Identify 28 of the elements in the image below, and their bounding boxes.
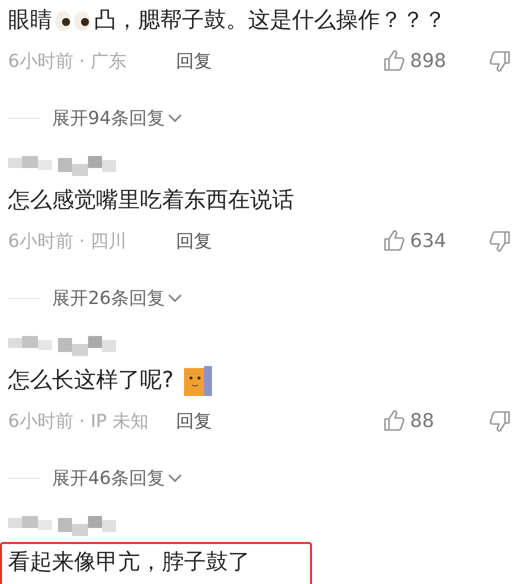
cat-sticker-icon <box>184 366 212 396</box>
comment-text: 怎么长这样了呢? <box>8 367 174 395</box>
comment-text: 看起来像甲亢，脖子鼓了 <box>8 549 250 577</box>
reply-link[interactable]: 回复 <box>176 409 212 433</box>
expand-replies-link[interactable]: 展开26条回复 <box>52 286 183 310</box>
chevron-down-icon <box>166 112 183 124</box>
thumbs-down-icon[interactable] <box>488 49 512 73</box>
like-count: 634 <box>410 230 446 252</box>
thumbs-down-icon[interactable] <box>488 229 512 253</box>
eyes-icon <box>53 10 93 32</box>
chevron-down-icon <box>166 472 183 484</box>
thumbs-down-icon[interactable] <box>488 409 512 433</box>
comment-meta: 6小时前 · IP 未知 <box>8 410 150 433</box>
expand-replies-link[interactable]: 展开94条回复 <box>52 106 183 130</box>
reply-link[interactable]: 回复 <box>176 49 212 73</box>
comment-meta: 6小时前 · 广东 <box>8 50 128 73</box>
thumbs-up-icon[interactable] <box>382 409 406 433</box>
comment-meta: 6小时前 · 四川 <box>8 230 128 253</box>
chevron-down-icon <box>166 292 183 304</box>
like-count: 88 <box>410 410 434 432</box>
like-count: 898 <box>410 50 446 72</box>
thumbs-up-icon[interactable] <box>382 229 406 253</box>
comment-text: 怎么感觉嘴里吃着东西在说话 <box>8 187 294 215</box>
thumbs-up-icon[interactable] <box>382 49 406 73</box>
comment-text: 凸，腮帮子鼓。这是什么操作？？？ <box>94 7 446 35</box>
expand-replies-link[interactable]: 展开46条回复 <box>52 466 183 490</box>
comment-text: 眼睛 <box>8 7 52 35</box>
reply-link[interactable]: 回复 <box>176 229 212 253</box>
